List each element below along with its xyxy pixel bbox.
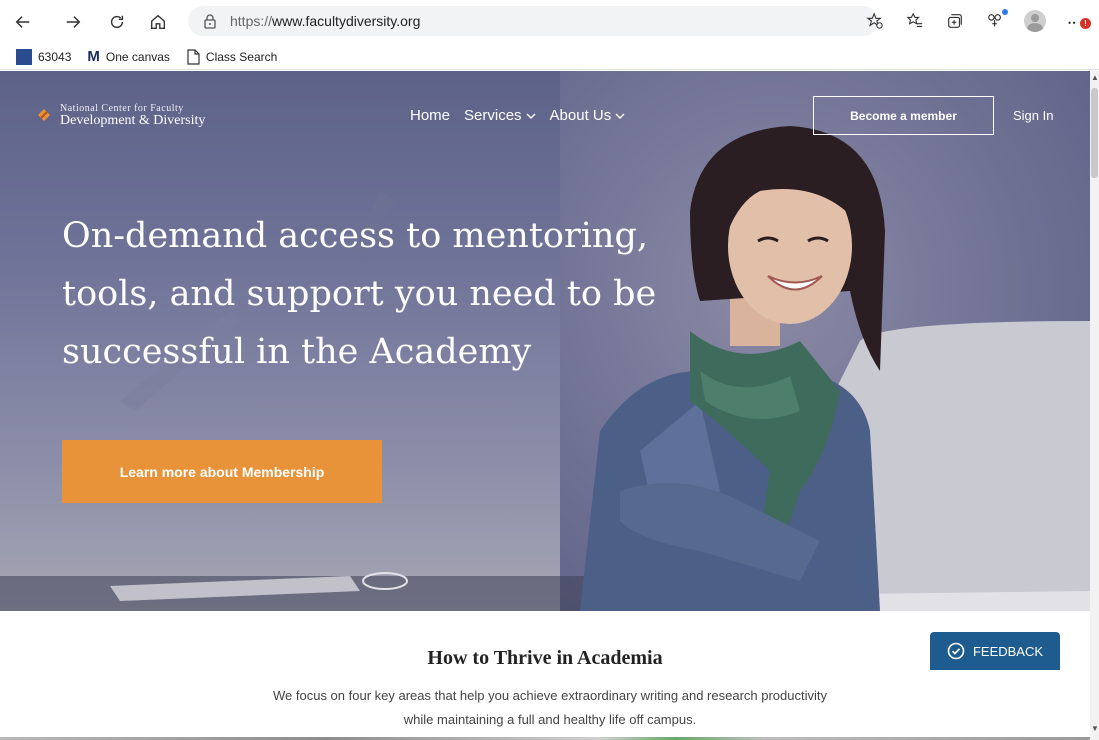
settings-more-button[interactable]: ! (1057, 6, 1093, 36)
feedback-label: FEEDBACK (972, 643, 1044, 659)
address-bar[interactable]: https://www.facultydiversity.org (188, 6, 878, 36)
logo-line2: Development & Diversity (60, 113, 206, 128)
feedback-button[interactable]: FEEDBACK (930, 632, 1060, 670)
document-icon (187, 48, 200, 65)
profile-button[interactable] (1017, 6, 1053, 36)
bookmarks-bar: 63043 M One canvas Class Search (0, 44, 1099, 70)
forward-arrow-icon (66, 16, 81, 28)
bookmark-label: One canvas (105, 49, 170, 64)
nav-home-label: Home (410, 107, 451, 124)
back-arrow-icon (15, 16, 30, 28)
back-button[interactable] (6, 5, 40, 39)
nav-about-label: About Us (549, 107, 612, 124)
favorites-list-icon (906, 12, 923, 27)
chevron-down-icon (526, 113, 536, 119)
site-logo[interactable]: National Center for Faculty Development … (36, 103, 206, 128)
collections-icon (948, 14, 962, 28)
bookmark-one-canvas[interactable]: M One canvas (87, 48, 170, 65)
home-button[interactable] (141, 5, 175, 39)
profile-avatar-icon (1024, 10, 1046, 32)
collections-button[interactable] (937, 6, 973, 36)
extensions-button[interactable] (977, 6, 1013, 36)
nav-services[interactable]: Services (464, 107, 536, 124)
learn-more-membership-button[interactable]: Learn more about Membership (62, 440, 382, 503)
site-header: National Center for Faculty Development … (0, 71, 1090, 159)
m-logo-icon: M (87, 48, 100, 65)
forward-button[interactable] (56, 5, 90, 39)
bookmark-label: 63043 (38, 49, 72, 64)
web-page: National Center for Faculty Development … (0, 71, 1090, 740)
logo-text: National Center for Faculty Development … (60, 103, 206, 128)
lock-icon (204, 14, 216, 29)
bookmark-label: Class Search (205, 49, 278, 64)
bookmark-class-search[interactable]: Class Search (186, 48, 278, 65)
section-title: How to Thrive in Academia (427, 647, 663, 669)
weather-channel-icon (16, 48, 32, 65)
home-icon (151, 14, 165, 29)
favorite-add-button[interactable] (857, 6, 893, 36)
hero-title: On-demand access to mentoring, tools, an… (62, 216, 657, 372)
star-add-icon (866, 12, 883, 29)
url-protocol: https:// (230, 13, 273, 29)
scrollbar-thumb[interactable] (1091, 88, 1098, 178)
extension-badge-dot (1002, 9, 1008, 15)
alert-badge: ! (1080, 18, 1091, 29)
nav-services-label: Services (464, 107, 522, 124)
main-nav: Home Services About Us (410, 107, 625, 124)
url-host: www.facultydiversity.org (272, 13, 421, 29)
toolbar-actions: ! (857, 6, 1093, 36)
favorites-button[interactable] (897, 6, 933, 36)
url-text: https://www.facultydiversity.org (230, 13, 420, 29)
become-member-button[interactable]: Become a member (813, 96, 994, 135)
logo-line1: National Center for Faculty (60, 103, 184, 114)
refresh-icon (110, 15, 124, 29)
nav-home[interactable]: Home (410, 107, 450, 124)
scroll-up-arrow-icon[interactable]: ▲ (1091, 73, 1099, 83)
sign-in-link[interactable]: Sign In (1013, 108, 1053, 123)
hero-section: National Center for Faculty Development … (0, 71, 1090, 611)
nav-about-us[interactable]: About Us (550, 107, 626, 124)
scroll-down-arrow-icon[interactable]: ▼ (1091, 724, 1099, 734)
ncfdd-logo-icon (38, 109, 50, 121)
section-description: We focus on four key areas that help you… (273, 688, 827, 727)
bookmark-weather[interactable]: 63043 (16, 48, 72, 65)
puzzle-icon (988, 14, 1001, 27)
chevron-down-icon (615, 113, 625, 119)
refresh-button[interactable] (100, 5, 134, 39)
browser-toolbar: https://www.facultydiversity.org ! (0, 0, 1099, 44)
check-circle-icon (947, 642, 965, 660)
